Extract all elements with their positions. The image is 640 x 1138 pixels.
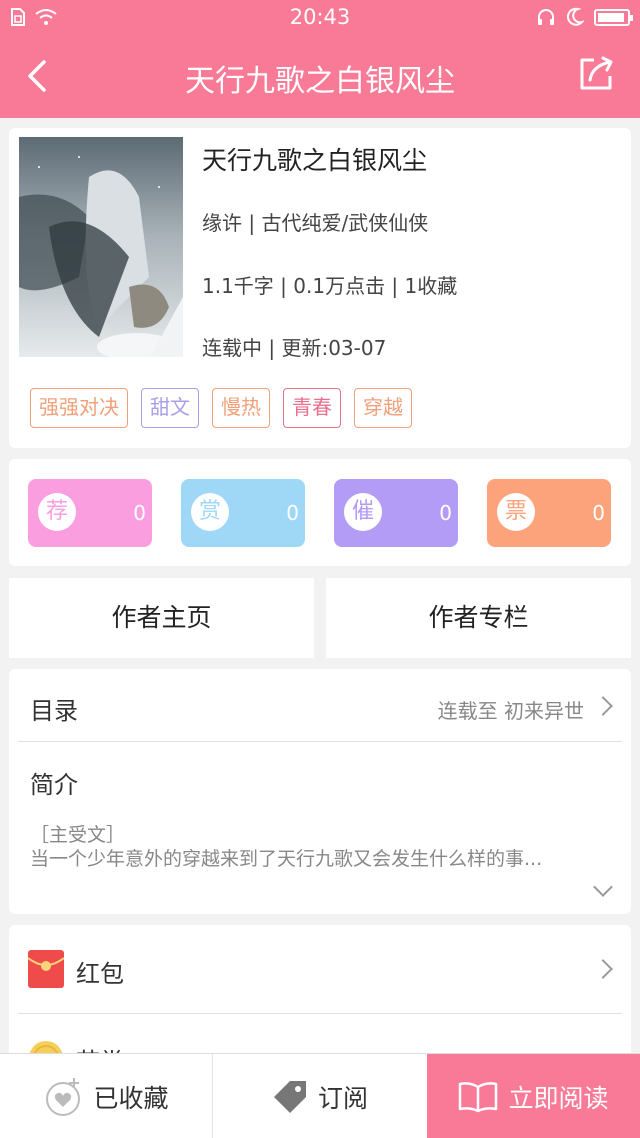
intro-text-line1: ［主受文］: [30, 824, 126, 846]
red-packet-icon: [28, 950, 64, 988]
intro-label: 简介: [30, 771, 78, 799]
reward-count: 0: [286, 501, 299, 525]
vote-button[interactable]: 票 0: [487, 479, 611, 547]
book-cover-image[interactable]: [19, 137, 183, 357]
divider: [18, 741, 622, 742]
urge-icon: 催: [344, 493, 382, 531]
tag-chip[interactable]: 强强对决: [30, 388, 128, 428]
status-bar: 20:43: [0, 0, 640, 34]
tag-icon: [273, 1080, 306, 1113]
tag-list: 强强对决 甜文 慢热 青春 穿越: [30, 388, 412, 428]
bottom-action-bar: 已收藏 订阅 立即阅读: [0, 1053, 640, 1138]
headphones-icon: [538, 9, 554, 25]
urge-count: 0: [439, 501, 452, 525]
favorite-button[interactable]: 已收藏: [0, 1054, 213, 1138]
author-home-button[interactable]: 作者主页: [9, 578, 314, 658]
recommend-button[interactable]: 荐 0: [28, 479, 152, 547]
status-icons-right: [536, 7, 633, 27]
vote-icon: 票: [497, 493, 535, 531]
tag-chip[interactable]: 慢热: [212, 388, 270, 428]
subscribe-button[interactable]: 订阅: [213, 1054, 427, 1138]
heart-plus-icon: [46, 1077, 81, 1116]
toc-label[interactable]: 目录: [30, 691, 78, 726]
book-title: 天行九歌之白银风尘: [202, 146, 428, 175]
nav-bar: 天行九歌之白银风尘: [0, 34, 640, 118]
tag-chip[interactable]: 青春: [283, 388, 341, 428]
toc-status[interactable]: 连载至 初来异世: [438, 695, 584, 724]
read-now-button[interactable]: 立即阅读: [427, 1054, 640, 1138]
open-book-icon: [459, 1081, 498, 1112]
intro-text-line2: 当一个少年意外的穿越来到了天行九歌又会发生什么样的事...: [30, 848, 543, 870]
red-packet-label[interactable]: 红包: [76, 954, 124, 989]
book-update-status: 连载中 | 更新:03-07: [202, 336, 387, 360]
tag-chip[interactable]: 甜文: [141, 388, 199, 428]
recommend-count: 0: [133, 501, 146, 525]
recommend-icon: 荐: [38, 493, 76, 531]
back-arrow-icon[interactable]: [22, 56, 56, 96]
subscribe-label: 订阅: [317, 1083, 368, 1113]
share-icon[interactable]: [576, 54, 616, 94]
book-stats: 1.1千字 | 0.1万点击 | 1收藏: [202, 274, 458, 298]
page-title: 天行九歌之白银风尘: [185, 64, 455, 99]
moon-icon: [567, 7, 584, 26]
author-column-button[interactable]: 作者专栏: [326, 578, 631, 658]
urge-button[interactable]: 催 0: [334, 479, 458, 547]
reward-icon: 赏: [191, 493, 229, 531]
divider: [18, 1013, 622, 1014]
reward-button[interactable]: 赏 0: [181, 479, 305, 547]
battery-icon: [594, 8, 633, 26]
book-author-genre: 缘许 | 古代纯爱/武侠仙侠: [202, 211, 429, 235]
favorite-label: 已收藏: [93, 1083, 169, 1113]
tag-chip[interactable]: 穿越: [354, 388, 412, 428]
read-now-label: 立即阅读: [508, 1083, 609, 1113]
vote-count: 0: [592, 501, 605, 525]
